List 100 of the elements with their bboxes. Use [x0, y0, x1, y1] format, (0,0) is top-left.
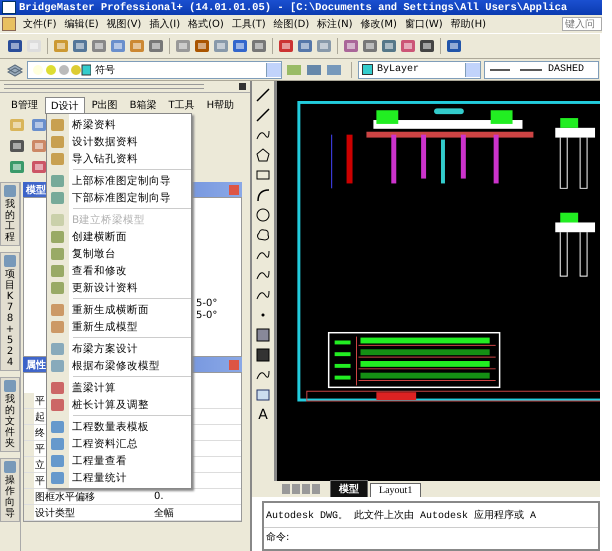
property-name: 平: [35, 394, 45, 408]
menu-item[interactable]: 查看和修改: [47, 262, 191, 279]
menu-item[interactable]: 工程数量表模板: [47, 418, 191, 435]
menu-item[interactable]: 重新生成横断面: [47, 301, 191, 318]
toolbar-icon[interactable]: [445, 38, 463, 54]
circle-tool-icon[interactable]: [255, 207, 271, 223]
menu-item[interactable]: 工程资料汇总: [47, 435, 191, 452]
pentagon-tool-icon[interactable]: [255, 147, 271, 163]
property-value[interactable]: 全幅: [154, 506, 174, 520]
toolbar-icon[interactable]: [250, 38, 268, 54]
toolbar-icon[interactable]: [380, 38, 398, 54]
menu-item[interactable]: 布梁方案设计: [47, 340, 191, 357]
toolbar-icon[interactable]: [418, 38, 436, 54]
tab[interactable]: B管理: [6, 97, 43, 114]
toolbar-icon[interactable]: [71, 38, 89, 54]
menu-item-icon: [51, 342, 64, 354]
command-prompt[interactable]: 命令:: [264, 528, 598, 546]
menu-item[interactable]: 桩长计算及调整: [47, 396, 191, 413]
tab[interactable]: H帮助: [202, 97, 240, 114]
toolbar-icon[interactable]: [231, 38, 249, 54]
gradient-tool-icon[interactable]: [255, 347, 271, 363]
toolbar-icon[interactable]: [147, 38, 165, 54]
vertical-tab[interactable]: 我的工程: [0, 182, 20, 246]
tool-icon[interactable]: [30, 138, 48, 154]
layout-tab[interactable]: 模型: [330, 480, 368, 497]
tab[interactable]: T工具: [163, 97, 200, 114]
tab-icon: [4, 380, 16, 392]
tab-icon: [4, 255, 16, 267]
menu-item[interactable]: 更新设计资料: [47, 279, 191, 296]
vertical-tab[interactable]: 操作向导: [0, 458, 20, 522]
menu-item-icon: [51, 248, 64, 260]
menu-item[interactable]: 帮助(H): [446, 17, 490, 31]
toolbar-icon[interactable]: [399, 38, 417, 54]
tab[interactable]: B箱梁: [124, 97, 162, 114]
tool-icon[interactable]: [8, 159, 26, 175]
table-tool-icon[interactable]: [255, 387, 271, 403]
menu-item-icon: [51, 382, 64, 394]
menu-item-icon: [51, 304, 64, 316]
menu-item-icon: [51, 152, 64, 164]
menu-item[interactable]: 编辑(E): [60, 17, 103, 31]
arc-tool-icon[interactable]: [255, 187, 271, 203]
toolbar-icon[interactable]: [6, 38, 24, 54]
panel-grip[interactable]: [4, 84, 204, 89]
menu-item[interactable]: 视图(V): [102, 17, 146, 31]
menu-item-icon: [51, 454, 64, 466]
color-swatch-icon: [362, 64, 373, 75]
tab-navigation-icon[interactable]: [282, 484, 322, 494]
menu-item[interactable]: 重新生成模型: [47, 318, 191, 335]
toolbar-icon[interactable]: [296, 38, 314, 54]
menu-item[interactable]: 文件(F): [19, 17, 61, 31]
menu-item[interactable]: 标注(N): [313, 17, 357, 31]
menu-item[interactable]: 工程量查看: [47, 452, 191, 469]
layout-tab[interactable]: Layout1: [370, 483, 422, 497]
toolbar-icon[interactable]: [193, 38, 211, 54]
menu-item-icon: [51, 398, 64, 410]
menu-item[interactable]: 设计数据资料: [47, 133, 191, 150]
menu-item-icon: [51, 282, 64, 294]
linetype-dropdown[interactable]: DASHED: [484, 60, 599, 78]
vertical-tab[interactable]: 我的文件夹: [0, 377, 20, 452]
property-value[interactable]: 0.: [154, 491, 164, 502]
layers-icon[interactable]: [6, 62, 24, 78]
cloud-tool-icon[interactable]: [255, 227, 271, 243]
tab-icon: [4, 185, 16, 197]
menu-item[interactable]: 工程量统计: [47, 469, 191, 486]
menu-item[interactable]: 根据布梁修改模型: [47, 357, 191, 374]
menu-item[interactable]: 修改(M): [356, 17, 401, 31]
app-logo-icon: [2, 1, 16, 14]
menu-item-icon: [51, 136, 64, 148]
line-tool-icon[interactable]: [255, 87, 271, 103]
menu-item[interactable]: 插入(I): [145, 17, 184, 31]
menu-item-icon: [51, 264, 64, 276]
hatch-tool-icon[interactable]: [255, 327, 271, 343]
menu-item[interactable]: 导入钻孔资料: [47, 150, 191, 167]
menu-item[interactable]: 窗口(W): [400, 17, 447, 31]
tab[interactable]: P出图: [86, 97, 123, 114]
text-tool-icon[interactable]: A: [258, 407, 268, 423]
menu-item[interactable]: 创建横断面: [47, 228, 191, 245]
menu-item[interactable]: 桥梁资料: [47, 116, 191, 133]
menu-item[interactable]: 绘图(D): [270, 17, 314, 31]
tool-icon[interactable]: [30, 117, 48, 133]
toolbar-icon[interactable]: [342, 38, 360, 54]
toolbar-icon[interactable]: [277, 38, 295, 54]
menu-item[interactable]: 盖梁计算: [47, 379, 191, 396]
vertical-tab[interactable]: 项目K78+524: [0, 252, 20, 371]
command-history: Autodesk DWG。 此文件上次由 Autodesk 应用程序或 A: [264, 503, 598, 528]
color-dropdown[interactable]: ByLayer: [358, 60, 481, 78]
tree-item[interactable]: 5-0°: [196, 310, 241, 322]
search-field[interactable]: 键入问: [562, 17, 602, 31]
tool-icon[interactable]: [8, 138, 26, 154]
tab[interactable]: D设计: [44, 97, 85, 114]
layer-state-icon: [31, 62, 91, 76]
menu-item[interactable]: 格式(O): [184, 17, 228, 31]
line-tool-icon[interactable]: [255, 107, 271, 123]
menu-item-icon: [51, 230, 64, 242]
layer-dropdown[interactable]: 符号: [27, 60, 282, 78]
menu-item[interactable]: 工具(T): [228, 17, 270, 31]
tree-item[interactable]: 5-0°: [196, 298, 241, 310]
menu-item[interactable]: 复制墩台: [47, 245, 191, 262]
tool-icon[interactable]: [30, 159, 48, 175]
toolbar-icon[interactable]: [361, 38, 379, 54]
